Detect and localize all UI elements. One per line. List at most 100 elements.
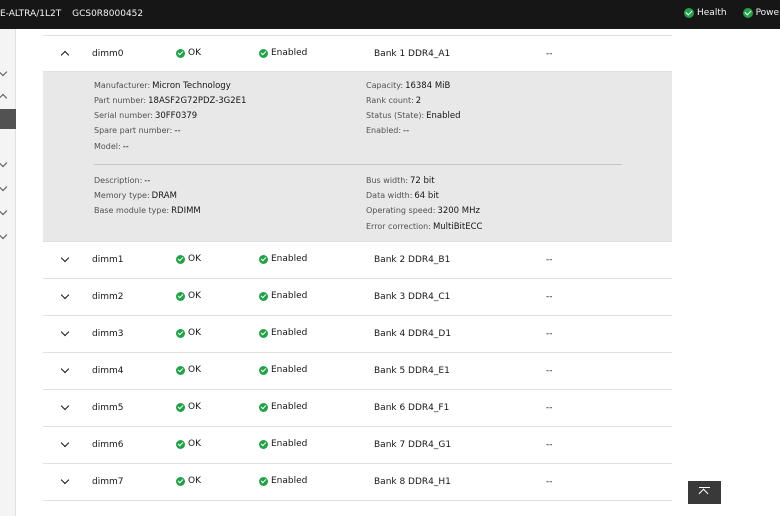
dimm-name: dimm7: [92, 477, 124, 487]
chevron-down-icon[interactable]: [61, 366, 69, 374]
location-value: Bank 5 DDR4_E1: [374, 366, 450, 376]
check-circle-icon: [259, 439, 268, 449]
part-value: --: [546, 403, 553, 413]
health-cell: OK: [176, 476, 201, 486]
detail-description: Description: --: [94, 176, 151, 186]
arrow-up-icon: [698, 488, 709, 499]
state-value: Enabled: [271, 365, 308, 375]
detail-capacity: Capacity: 16384 MiB: [366, 81, 451, 91]
health-cell: OK: [176, 254, 201, 264]
dimm-name: dimm0: [92, 49, 124, 59]
detail-memory-type: Memory type: DRAM: [94, 191, 177, 201]
part-value: --: [546, 255, 553, 265]
table-row: dimm1 OK Enabled Bank 2 DDR4_B1 --: [43, 242, 672, 279]
detail-manufacturer: Manufacturer: Micron Technology: [94, 81, 231, 91]
app-header: E-ALTRA/1L2T GCS0R8000452 Health Power: [0, 0, 780, 29]
detail-operating-speed: Operating speed: 3200 MHz: [366, 206, 480, 216]
detail-base-module-type: Base module type: RDIMM: [94, 206, 201, 216]
health-value: OK: [188, 291, 201, 301]
check-circle-icon: [259, 402, 268, 412]
check-circle-icon: [176, 328, 185, 338]
chevron-up-icon[interactable]: [61, 49, 69, 57]
dimm-details-panel: Manufacturer: Micron Technology Part numb…: [43, 72, 672, 242]
check-circle-icon: [684, 8, 694, 18]
detail-enabled: Enabled: --: [366, 126, 410, 136]
sidebar-nav: [0, 29, 16, 516]
power-status[interactable]: Power: [742, 8, 780, 18]
detail-error-correction: Error correction: MultiBitECC: [366, 222, 483, 232]
health-status[interactable]: Health: [684, 8, 727, 18]
health-value: OK: [188, 476, 201, 486]
chevron-down-icon[interactable]: [0, 206, 8, 216]
location-value: Bank 1 DDR4_A1: [374, 49, 451, 59]
system-name: E-ALTRA/1L2T: [0, 9, 62, 19]
chevron-down-icon[interactable]: [61, 477, 69, 485]
check-circle-icon: [176, 439, 185, 449]
health-cell: OK: [176, 48, 201, 58]
chevron-down-icon[interactable]: [0, 230, 8, 240]
chevron-up-icon[interactable]: [0, 93, 8, 103]
header-status-area: Health Power: [684, 8, 780, 18]
table-row: dimm7 OK Enabled Bank 8 DDR4_H1 --: [43, 464, 672, 501]
state-value: Enabled: [271, 291, 308, 301]
chevron-down-icon[interactable]: [61, 329, 69, 337]
dimm-name: dimm4: [92, 366, 124, 376]
part-value: --: [546, 329, 553, 339]
health-cell: OK: [176, 328, 201, 338]
health-cell: OK: [176, 291, 201, 301]
dimm-name: dimm6: [92, 440, 124, 450]
detail-bus-width: Bus width: 72 bit: [366, 176, 435, 186]
part-value: --: [546, 366, 553, 376]
health-value: OK: [188, 439, 201, 449]
detail-serial-number: Serial number: 30FF0379: [94, 111, 198, 121]
check-circle-icon: [259, 254, 268, 264]
table-row: dimm5 OK Enabled Bank 6 DDR4_F1 --: [43, 390, 672, 427]
state-cell: Enabled: [259, 402, 307, 412]
location-value: Bank 2 DDR4_B1: [374, 255, 451, 265]
chevron-down-icon[interactable]: [61, 403, 69, 411]
part-value: --: [546, 292, 553, 302]
health-label: Health: [697, 8, 727, 18]
check-circle-icon: [176, 291, 185, 301]
state-cell: Enabled: [259, 328, 307, 338]
chevron-down-icon[interactable]: [61, 440, 69, 448]
check-circle-icon: [176, 48, 185, 58]
state-cell: Enabled: [259, 254, 307, 264]
table-row: dimm3 OK Enabled Bank 4 DDR4_D1 --: [43, 316, 672, 353]
health-cell: OK: [176, 402, 201, 412]
health-cell: OK: [176, 365, 201, 375]
chevron-down-icon[interactable]: [0, 182, 8, 192]
dimm-table: dimm0 OK Enabled Bank 1 DDR4_A1 -- Manuf…: [43, 35, 672, 501]
location-value: Bank 6 DDR4_F1: [374, 403, 450, 413]
chevron-down-icon[interactable]: [0, 67, 8, 77]
chevron-down-icon[interactable]: [61, 292, 69, 300]
health-value: OK: [188, 402, 201, 412]
chevron-down-icon[interactable]: [0, 158, 8, 168]
check-circle-icon: [259, 365, 268, 375]
scroll-to-top-button[interactable]: [688, 481, 721, 504]
location-value: Bank 4 DDR4_D1: [374, 329, 452, 339]
check-circle-icon: [742, 8, 753, 18]
check-circle-icon: [176, 476, 185, 486]
detail-model: Model: --: [94, 142, 129, 152]
detail-data-width: Data width: 64 bit: [366, 191, 439, 201]
system-serial: GCS0R8000452: [72, 9, 144, 19]
state-value: Enabled: [271, 328, 308, 338]
power-label: Power: [755, 8, 780, 18]
dimm-name: dimm3: [92, 329, 124, 339]
state-value: Enabled: [271, 476, 308, 486]
dimm-name: dimm1: [92, 255, 124, 265]
state-value: Enabled: [271, 48, 308, 58]
chevron-down-icon[interactable]: [61, 255, 69, 263]
part-value: --: [546, 440, 553, 450]
health-cell: OK: [176, 439, 201, 449]
sidebar-active-item[interactable]: [0, 109, 16, 129]
state-value: Enabled: [271, 439, 308, 449]
state-value: Enabled: [271, 254, 308, 264]
state-cell: Enabled: [259, 365, 307, 375]
table-row: dimm2 OK Enabled Bank 3 DDR4_C1 --: [43, 279, 672, 316]
check-circle-icon: [259, 328, 268, 338]
health-value: OK: [188, 48, 201, 58]
check-circle-icon: [176, 365, 185, 375]
table-row: dimm0 OK Enabled Bank 1 DDR4_A1 --: [43, 35, 672, 72]
